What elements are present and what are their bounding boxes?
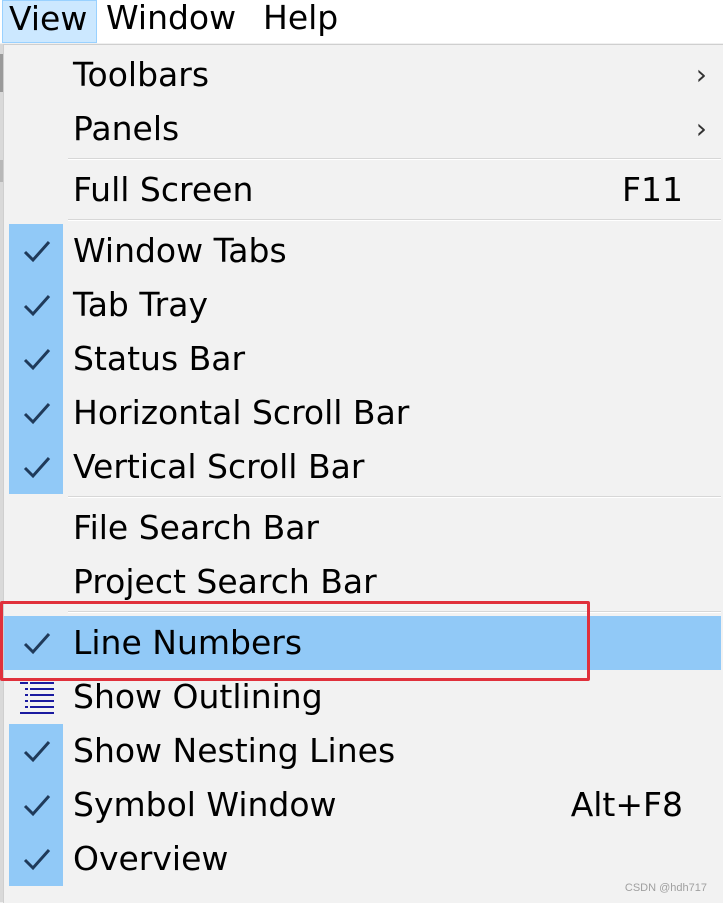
menu-item-label: Status Bar [73,339,246,378]
menu-item-label: Full Screen [73,170,254,209]
menu-item-panels[interactable]: Panels › [4,102,721,156]
check-background [9,724,63,778]
menu-item-overview[interactable]: Overview [4,832,721,886]
menu-bar: View Window Help [0,0,723,43]
menu-item-show-nesting-lines[interactable]: Show Nesting Lines [4,724,721,778]
menu-item-symbol-window[interactable]: Symbol Window Alt+F8 [4,778,721,832]
menu-item-label: Tab Tray [73,285,208,324]
menu-item-toolbars[interactable]: Toolbars › [4,48,721,102]
menu-item-status-bar[interactable]: Status Bar [4,332,721,386]
check-background [9,224,63,278]
menu-item-label: Vertical Scroll Bar [73,447,365,486]
menu-item-file-search-bar[interactable]: File Search Bar [4,501,721,555]
annotation-highlight-box [0,601,590,681]
menu-item-label: Panels [73,109,180,148]
menu-separator [68,219,721,221]
menu-item-label: Symbol Window [73,785,337,824]
checkmark-icon [23,795,51,817]
shortcut-label: Alt+F8 [570,785,683,824]
checkmark-icon [23,741,51,763]
menu-item-label: Toolbars [73,55,210,94]
checkmark-icon [23,457,51,479]
menu-item-label: Window Tabs [73,231,287,270]
menu-item-full-screen[interactable]: Full Screen F11 [4,163,721,217]
shortcut-label: F11 [622,170,683,209]
check-background [9,778,63,832]
menu-item-tab-tray[interactable]: Tab Tray [4,278,721,332]
menu-view[interactable]: View [2,0,97,43]
checkmark-icon [23,403,51,425]
menu-item-label: Horizontal Scroll Bar [73,393,410,432]
menu-item-label: File Search Bar [73,508,320,547]
check-background [9,386,63,440]
view-dropdown-menu: Toolbars › Panels › Full Screen F11 Wind… [3,44,723,903]
check-background [9,832,63,886]
outline-list-icon [20,682,54,714]
chevron-right-icon: › [695,58,707,91]
checkmark-icon [23,295,51,317]
check-background [9,440,63,494]
watermark: CSDN @hdh717 [624,882,707,894]
menu-item-vertical-scroll-bar[interactable]: Vertical Scroll Bar [4,440,721,494]
menu-item-label: Overview [73,839,229,878]
menu-item-horizontal-scroll-bar[interactable]: Horizontal Scroll Bar [4,386,721,440]
checkmark-icon [23,241,51,263]
checkmark-icon [23,849,51,871]
checkmark-icon [23,349,51,371]
menu-window[interactable]: Window [100,0,242,43]
chevron-right-icon: › [695,112,707,145]
menu-separator [68,158,721,160]
check-background [9,332,63,386]
check-background [9,278,63,332]
menu-separator [68,496,721,498]
menu-item-label: Show Nesting Lines [73,731,396,770]
menu-item-window-tabs[interactable]: Window Tabs [4,224,721,278]
menu-help[interactable]: Help [257,0,344,43]
